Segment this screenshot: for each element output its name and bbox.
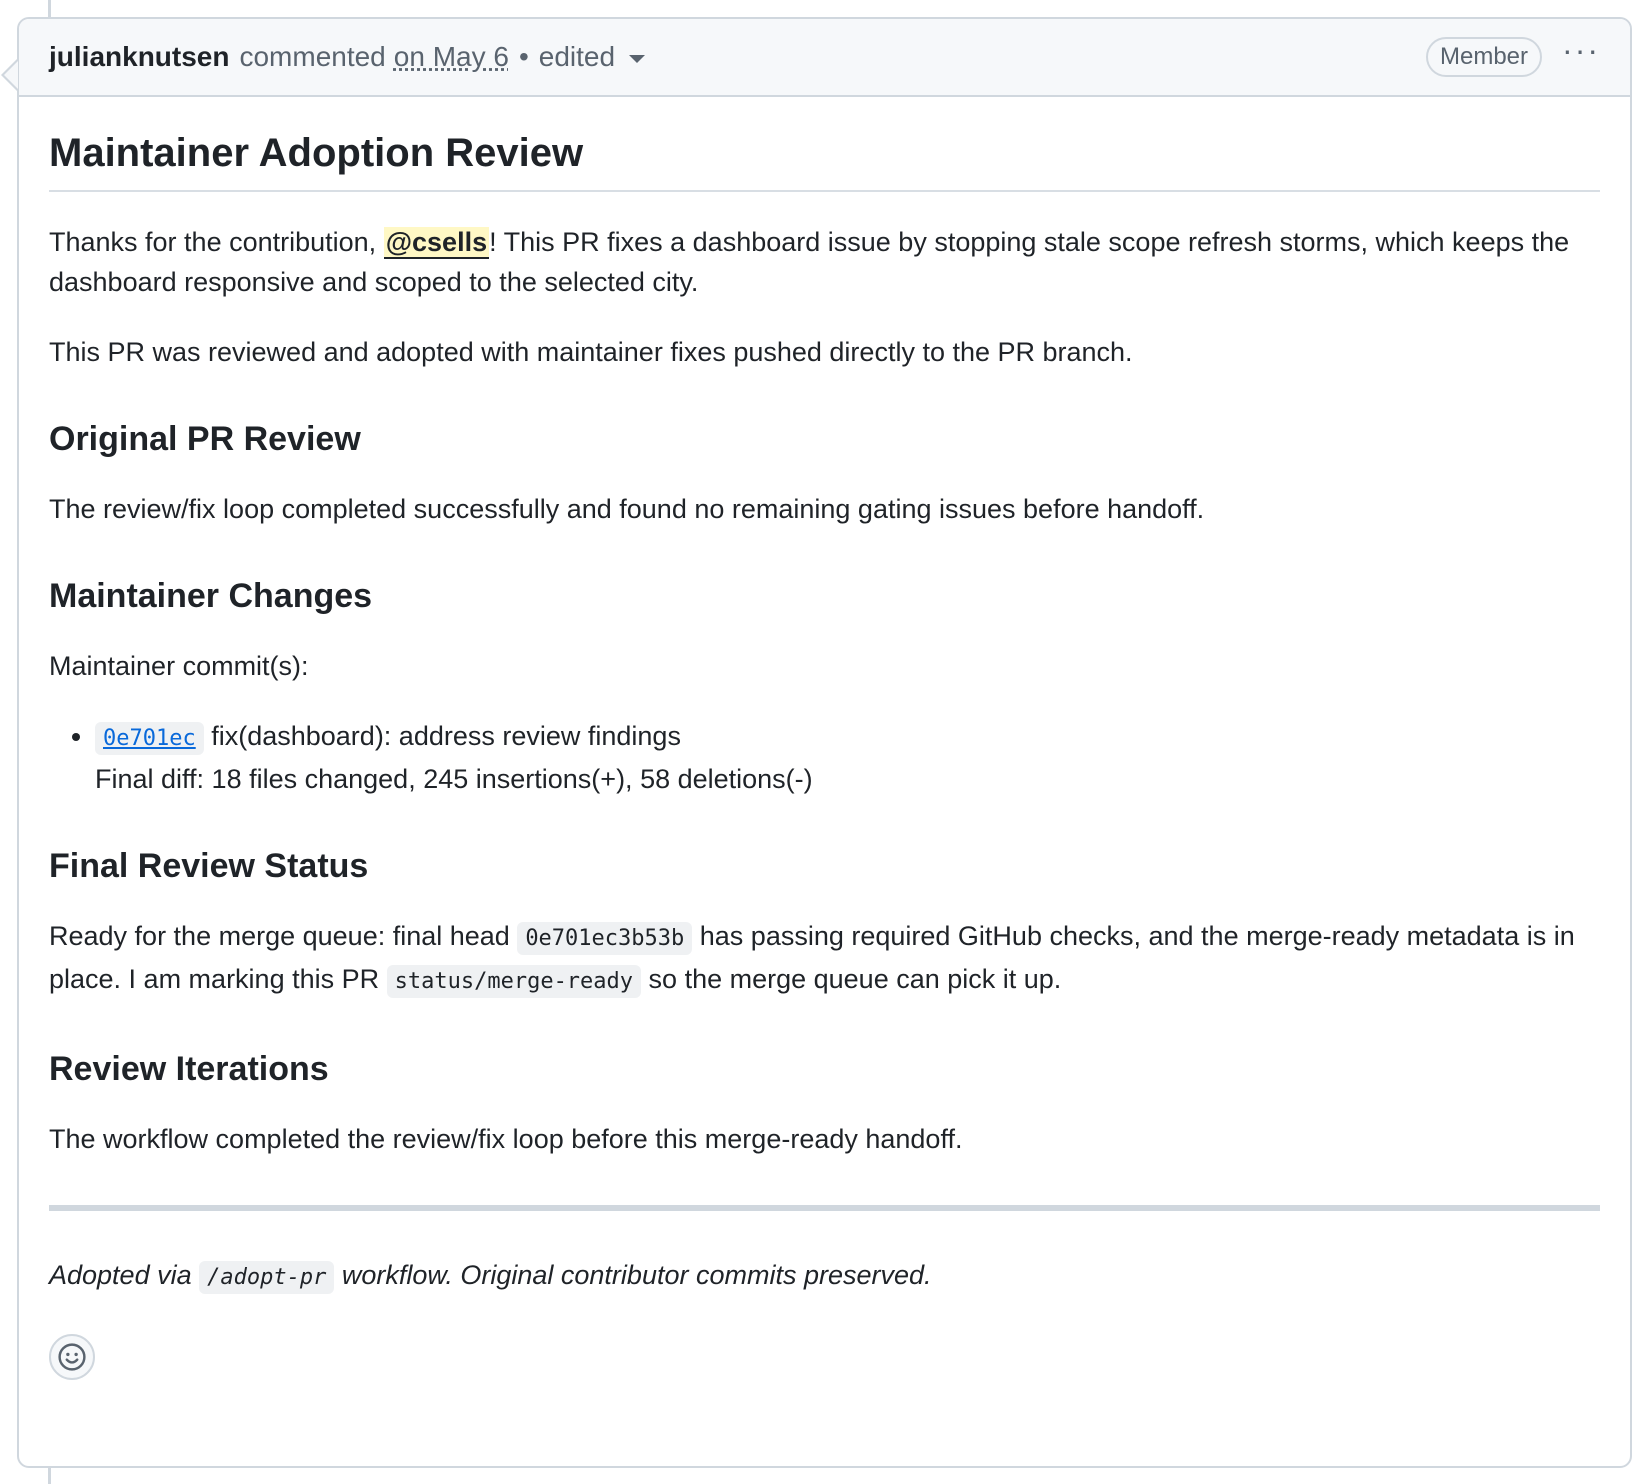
heading-review-iterations: Review Iterations [49, 1050, 329, 1088]
comment-card: julianknutsen commented on May 6 • edite… [1, 17, 1632, 1468]
comment-action: commented [239, 41, 386, 72]
commit-list: 0e701ec fix(dashboard): address review f… [49, 716, 1600, 799]
caret-down-icon [629, 55, 646, 63]
comment-header: julianknutsen commented on May 6 • edite… [19, 19, 1630, 97]
kebab-horizontal-icon[interactable]: ··· [1562, 34, 1600, 66]
list-item: 0e701ec fix(dashboard): address review f… [95, 716, 1600, 799]
author-link[interactable]: julianknutsen [49, 41, 229, 73]
heading-final-status: Final Review Status [49, 847, 369, 885]
status-label-code: status/merge-ready [386, 965, 642, 998]
comment-title: Maintainer Adoption Review [49, 131, 1600, 192]
command-code: /adopt-pr [199, 1261, 335, 1294]
smiley-icon [58, 1343, 86, 1371]
heading-maintainer-changes: Maintainer Changes [49, 577, 373, 615]
footer-note: Adopted via /adopt-pr workflow. Original… [49, 1255, 1600, 1298]
final-status-text: Ready for the merge queue: final head 0e… [49, 916, 1600, 1002]
adopted-paragraph: This PR was reviewed and adopted with ma… [49, 337, 1133, 367]
heading-original-review: Original PR Review [49, 420, 361, 458]
separator-dot: • [518, 41, 529, 72]
add-reaction-button[interactable] [49, 1334, 95, 1380]
original-review-text: The review/fix loop completed successful… [49, 494, 1205, 524]
commit-message: fix(dashboard): address review findings [203, 721, 681, 751]
edited-label: edited [538, 41, 616, 72]
comment-date-link[interactable]: on May 6 [394, 41, 509, 73]
user-mention[interactable]: @csells [383, 227, 490, 259]
edited-dropdown[interactable]: edited [538, 41, 646, 73]
final-diff-text: Final diff: 18 files changed, 245 insert… [95, 764, 813, 794]
commits-label: Maintainer commit(s): [49, 651, 309, 681]
commit-sha-link[interactable]: 0e701ec [95, 722, 204, 755]
iterations-text: The workflow completed the review/fix lo… [49, 1124, 963, 1154]
head-sha-code: 0e701ec3b53b [517, 922, 693, 955]
divider [49, 1205, 1600, 1211]
member-badge: Member [1426, 37, 1543, 77]
intro-paragraph: Thanks for the contribution, @csells! Th… [49, 227, 1570, 297]
comment-body: Maintainer Adoption Review Thanks for th… [19, 131, 1630, 1380]
